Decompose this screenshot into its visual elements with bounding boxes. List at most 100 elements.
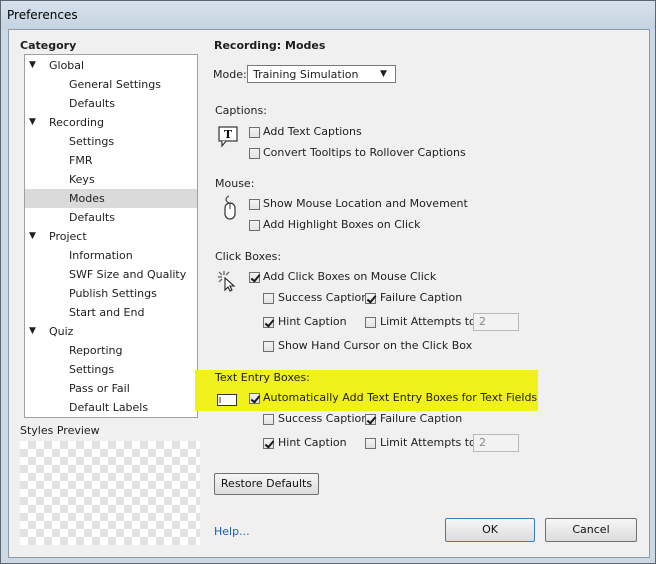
tree-item-defaults[interactable]: Defaults	[25, 208, 197, 227]
styles-preview-label: Styles Preview	[20, 424, 100, 437]
text-attempts-input[interactable]: 2	[473, 434, 519, 452]
tree-item-settings[interactable]: Settings	[25, 360, 197, 379]
category-tree[interactable]: ▼ Global General Settings Defaults ▼ Recordin…	[24, 54, 198, 418]
tree-item-label: Recording	[49, 116, 105, 129]
window-title: Preferences	[7, 8, 78, 22]
add-text-captions-label: Add Text Captions	[263, 125, 362, 138]
click-failure-caption-checkbox[interactable]	[365, 293, 376, 304]
expand-arrow-icon[interactable]: ▼	[29, 56, 36, 75]
tree-item-label: Settings	[69, 135, 115, 148]
text-success-caption-checkbox[interactable]	[263, 414, 274, 425]
tree-item-start-and-end[interactable]: Start and End	[25, 303, 197, 322]
text-entry-heading: Text Entry Boxes:	[215, 371, 310, 384]
click-limit-attempts-label: Limit Attempts to	[380, 315, 476, 328]
click-boxes-heading: Click Boxes:	[215, 250, 282, 263]
add-text-captions-checkbox[interactable]	[249, 127, 260, 138]
show-hand-cursor-label: Show Hand Cursor on the Click Box	[278, 339, 473, 352]
tree-item-defaults[interactable]: Defaults	[25, 94, 197, 113]
text-failure-caption-checkbox[interactable]	[365, 414, 376, 425]
restore-defaults-button[interactable]: Restore Defaults	[214, 473, 319, 495]
highlight-boxes-checkbox[interactable]	[249, 220, 260, 231]
tree-item-fmr[interactable]: FMR	[25, 151, 197, 170]
click-success-caption-label: Success Caption	[278, 291, 369, 304]
tree-item-default-labels[interactable]: Default Labels	[25, 398, 197, 417]
tree-item-global[interactable]: ▼ Global	[25, 56, 197, 75]
tree-item-label: Reporting	[69, 344, 123, 357]
tree-item-label: General Settings	[69, 78, 161, 91]
tree-item-pass-or-fail[interactable]: Pass or Fail	[25, 379, 197, 398]
tree-item-project[interactable]: ▼ Project	[25, 227, 197, 246]
tree-item-label: Modes	[69, 192, 105, 205]
tree-item-label: Keys	[69, 173, 95, 186]
click-burst-icon	[217, 270, 239, 292]
tree-item-publish-settings[interactable]: Publish Settings	[25, 284, 197, 303]
ok-button[interactable]: OK	[445, 518, 535, 542]
click-hint-caption-label: Hint Caption	[278, 315, 347, 328]
text-hint-caption-label: Hint Caption	[278, 436, 347, 449]
mouse-icon	[221, 195, 239, 221]
click-failure-caption-label: Failure Caption	[380, 291, 463, 304]
tree-item-label: Project	[49, 230, 87, 243]
tree-item-keys[interactable]: Keys	[25, 170, 197, 189]
tree-item-label: Information	[69, 249, 133, 262]
tree-item-label: Global	[49, 59, 85, 72]
tree-item-swf-size-and-quality[interactable]: SWF Size and Quality	[25, 265, 197, 284]
tree-item-label: Defaults	[69, 211, 115, 224]
text-failure-caption-label: Failure Caption	[380, 412, 463, 425]
panel-title: Recording: Modes	[214, 39, 326, 52]
text-success-caption-label: Success Caption	[278, 412, 369, 425]
tree-item-label: FMR	[69, 154, 93, 167]
add-click-boxes-label: Add Click Boxes on Mouse Click	[263, 270, 437, 283]
dialog-body: Category ▼ Global General Settings Defaults…	[8, 29, 650, 558]
tree-item-label: Settings	[69, 363, 115, 376]
expand-arrow-icon[interactable]: ▼	[29, 322, 36, 341]
cancel-button[interactable]: Cancel	[545, 518, 637, 542]
click-hint-caption-checkbox[interactable]	[263, 317, 274, 328]
tree-item-modes[interactable]: Modes	[25, 189, 197, 208]
convert-tooltips-label: Convert Tooltips to Rollover Captions	[263, 146, 466, 159]
text-limit-attempts-checkbox[interactable]	[365, 438, 376, 449]
text-entry-box-icon	[217, 394, 237, 406]
tree-item-general-settings[interactable]: General Settings	[25, 75, 197, 94]
expand-arrow-icon[interactable]: ▼	[29, 227, 36, 246]
convert-tooltips-checkbox[interactable]	[249, 148, 260, 159]
add-click-boxes-checkbox[interactable]	[249, 272, 260, 283]
tree-item-label: SWF Size and Quality	[69, 268, 187, 281]
tree-item-label: Quiz	[49, 325, 74, 338]
preferences-window: Preferences Category ▼ Global General Sett…	[0, 0, 656, 564]
highlight-boxes-label: Add Highlight Boxes on Click	[263, 218, 421, 231]
show-hand-cursor-checkbox[interactable]	[263, 341, 274, 352]
show-mouse-checkbox[interactable]	[249, 199, 260, 210]
tree-item-label: Start and End	[69, 306, 145, 319]
text-caption-icon: T	[218, 126, 238, 148]
tree-item-label: Pass or Fail	[69, 382, 130, 395]
mode-label: Mode:	[213, 68, 247, 81]
mode-select-value: Training Simulation	[253, 68, 359, 81]
text-hint-caption-checkbox[interactable]	[263, 438, 274, 449]
tree-item-settings[interactable]: Settings	[25, 132, 197, 151]
show-mouse-label: Show Mouse Location and Movement	[263, 197, 468, 210]
tree-item-recording[interactable]: ▼ Recording	[25, 113, 197, 132]
tree-item-label: Publish Settings	[69, 287, 157, 300]
click-limit-attempts-checkbox[interactable]	[365, 317, 376, 328]
tree-item-quiz[interactable]: ▼ Quiz	[25, 322, 197, 341]
help-link[interactable]: Help...	[214, 525, 250, 538]
title-bar[interactable]: Preferences	[1, 1, 655, 29]
captions-heading: Captions:	[215, 104, 267, 117]
styles-preview	[20, 441, 200, 545]
expand-arrow-icon[interactable]: ▼	[29, 113, 36, 132]
auto-add-text-entry-checkbox[interactable]	[249, 393, 260, 404]
svg-text:T: T	[224, 128, 233, 141]
tree-item-label: Default Labels	[69, 401, 149, 414]
category-heading: Category	[20, 39, 77, 52]
mode-select[interactable]: Training Simulation ▼	[247, 65, 396, 83]
mouse-heading: Mouse:	[215, 177, 255, 190]
auto-add-text-entry-label: Automatically Add Text Entry Boxes for T…	[263, 391, 538, 404]
tree-item-reporting[interactable]: Reporting	[25, 341, 197, 360]
tree-item-label: Defaults	[69, 97, 115, 110]
tree-item-information[interactable]: Information	[25, 246, 197, 265]
click-success-caption-checkbox[interactable]	[263, 293, 274, 304]
text-limit-attempts-label: Limit Attempts to	[380, 436, 476, 449]
chevron-down-icon: ▼	[380, 69, 387, 79]
click-attempts-input[interactable]: 2	[473, 313, 519, 331]
